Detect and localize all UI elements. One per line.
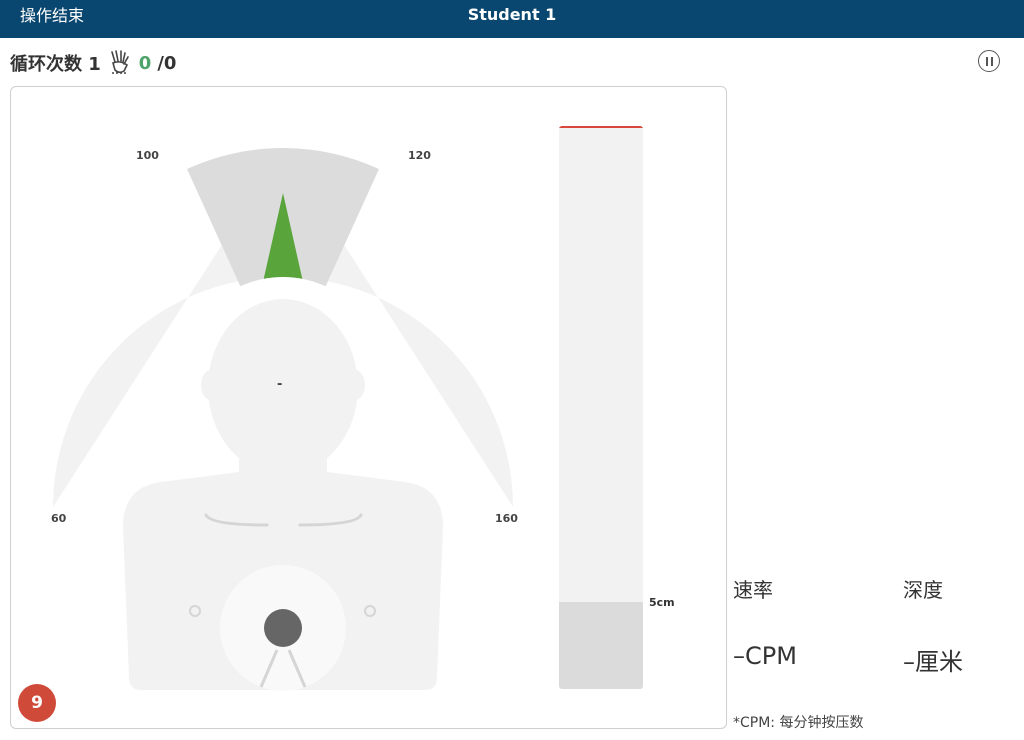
depth-bar [559, 126, 643, 689]
compression-point [264, 609, 302, 647]
header-bar: 操作结束 Student 1 [0, 0, 1024, 38]
cycle-label: 循环次数 1 [10, 54, 101, 75]
gauge-tick-label: 100 [136, 149, 159, 162]
gauge-tick-label: 60 [51, 512, 67, 525]
depth-max-line [559, 126, 643, 128]
gauge-center-value: - [277, 377, 283, 392]
rate-value: –CPM [733, 642, 797, 670]
cpm-footnote: *CPM: 每分钟按压数 [733, 715, 864, 731]
rate-label: 速率 [733, 578, 773, 602]
depth-target-label: 5cm [649, 596, 675, 609]
hands-compression-icon [109, 50, 131, 76]
pause-icon [985, 56, 988, 66]
depth-target-fill [559, 601, 643, 689]
count-badge: 9 [18, 684, 56, 722]
gauge-tick-label: 120 [408, 149, 431, 162]
cycle-total-count: /0 [157, 52, 177, 74]
depth-label: 深度 [903, 578, 943, 602]
cycle-counter: 循环次数 1 0 /0 [10, 50, 176, 76]
gauge-tick-label: 160 [495, 512, 518, 525]
pause-button[interactable] [978, 50, 1000, 72]
depth-value: –厘米 [903, 648, 963, 676]
cycle-done-count: 0 [138, 52, 152, 74]
page-title: Student 1 [467, 5, 557, 24]
